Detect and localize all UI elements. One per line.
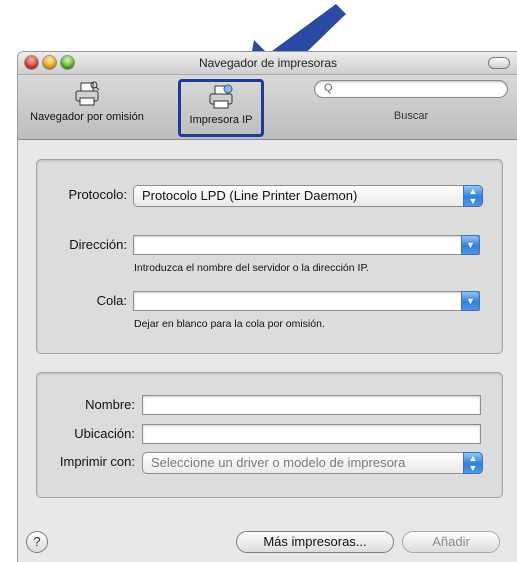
connection-settings-group: Protocolo: Protocolo LPD (Line Printer D… (36, 159, 503, 354)
name-label: Nombre: (85, 397, 135, 412)
printer-info-group: Nombre: Ubicación: Imprimir con: Selecci… (36, 372, 503, 498)
name-field[interactable] (142, 395, 481, 415)
default-browser-button[interactable]: Navegador por omisión (18, 81, 160, 123)
ip-printer-icon (209, 84, 233, 109)
location-field[interactable] (142, 424, 481, 444)
ip-printer-button[interactable]: Impresora IP (178, 79, 264, 137)
queue-hint: Dejar en blanco para la cola por omisión… (134, 318, 325, 330)
search-icon: Q (324, 82, 333, 94)
protocol-select[interactable]: Protocolo LPD (Line Printer Daemon) ▲ ▼ (133, 185, 483, 207)
title-bar: Navegador de impresoras (18, 52, 517, 75)
queue-dropdown-button[interactable]: ▼ (461, 291, 480, 311)
queue-field[interactable]: ▼ (133, 291, 480, 311)
add-button[interactable]: Añadir (402, 531, 500, 553)
address-hint: Introduzca el nombre del servidor o la d… (134, 262, 370, 274)
location-label: Ubicación: (74, 426, 135, 441)
toolbar: Navegador por omisión Impresora IP Q Bus… (18, 75, 517, 140)
printer-browser-window: Navegador de impresoras Navegador por om… (17, 51, 517, 562)
search-input[interactable]: Q (314, 80, 508, 98)
printer-icon (75, 81, 100, 106)
queue-label: Cola: (96, 293, 127, 308)
print-with-label: Imprimir con: (59, 454, 135, 469)
window-title: Navegador de impresoras (198, 56, 338, 70)
search-label: Buscar (393, 110, 429, 122)
help-button[interactable]: ? (26, 531, 48, 553)
protocol-label: Protocolo: (68, 187, 127, 202)
print-with-select[interactable]: Seleccione un driver o modelo de impreso… (142, 452, 483, 474)
address-label: Dirección: (69, 237, 127, 252)
print-with-select-value: Seleccione un driver o modelo de impreso… (151, 455, 406, 470)
default-browser-label: Navegador por omisión (30, 111, 144, 123)
popup-arrows-icon: ▲ ▼ (463, 185, 483, 207)
more-printers-button[interactable]: Más impresoras... (236, 531, 394, 553)
popup-arrows-icon: ▲ ▼ (463, 452, 483, 474)
address-field[interactable]: ▼ (133, 235, 480, 255)
toolbar-toggle-button[interactable] (488, 57, 510, 69)
search-area: Q Buscar (314, 80, 508, 122)
address-dropdown-button[interactable]: ▼ (461, 235, 480, 255)
ip-printer-label: Impresora IP (189, 114, 253, 126)
protocol-select-value: Protocolo LPD (Line Printer Daemon) (142, 188, 358, 203)
